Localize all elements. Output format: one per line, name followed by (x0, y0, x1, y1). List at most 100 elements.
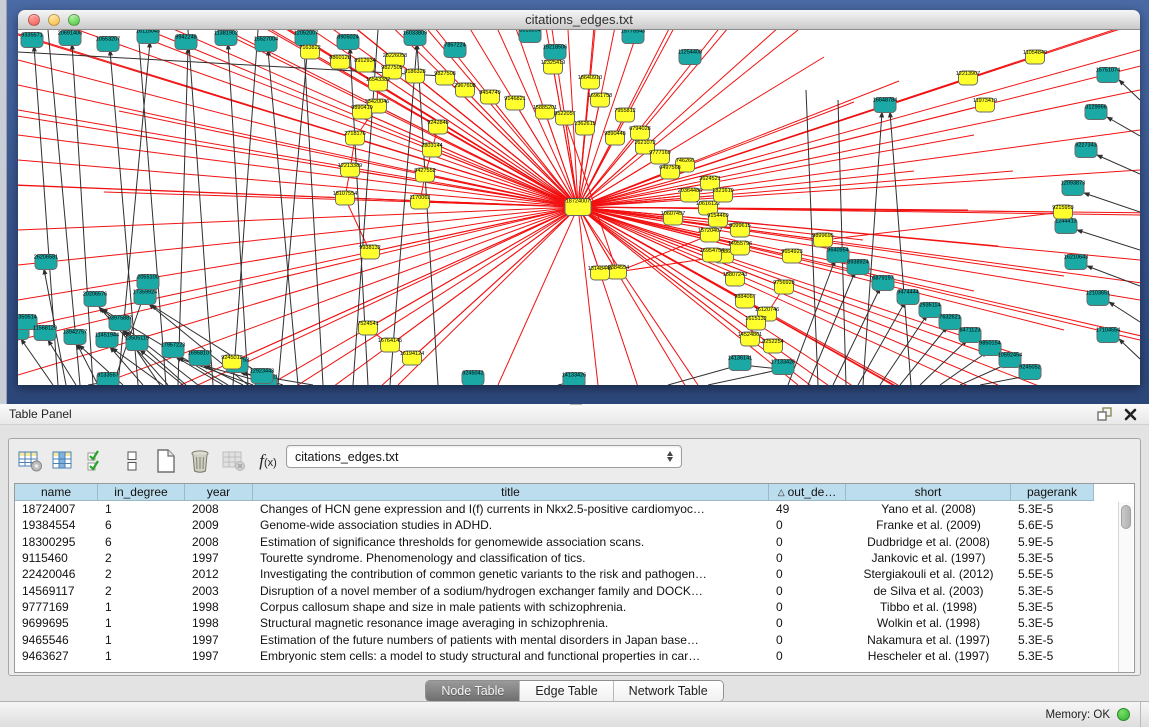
cell-year: 2003 (185, 582, 253, 598)
select-columns-icon[interactable] (83, 447, 113, 475)
graph-edge (708, 370, 778, 385)
graph-edge (880, 315, 927, 385)
table-row[interactable]: 977716911998Corpus callosum shape and si… (15, 599, 1134, 615)
column-header-out_degree[interactable]: △out_de… (769, 484, 846, 501)
tab-network-table[interactable]: Network Table (614, 681, 723, 701)
table-row[interactable]: 946362711997Embryonic stem cells: a mode… (15, 648, 1134, 664)
graph-edge (858, 302, 905, 385)
graph-node-label: 16543382 (366, 77, 390, 83)
cell-name: 22420046 (15, 566, 98, 582)
graph-node-label: 17104554 (1096, 328, 1120, 334)
column-header-short[interactable]: short (846, 484, 1011, 501)
graph-node-label: 9942248 (175, 35, 196, 41)
graph-edge (578, 30, 764, 207)
graph-node-label: 1350514 (18, 315, 37, 321)
table-row[interactable]: 911546021997Tourette syndrome. Phenomeno… (15, 550, 1134, 566)
table-row[interactable]: 1456911722003Disruption of a novel membe… (15, 582, 1134, 598)
delete-table-icon[interactable] (219, 447, 249, 475)
graph-node-label: 7632621 (939, 315, 960, 321)
show-column-icon[interactable] (49, 447, 79, 475)
graph-node-label: 16958107 (188, 351, 212, 357)
cell-name: 18724007 (15, 501, 98, 517)
graph-node-label: 12325419 (541, 60, 565, 66)
graph-node-label: 9146821 (504, 96, 525, 102)
new-document-icon[interactable] (151, 447, 181, 475)
cell-pagerank: 5.3E-5 (1011, 615, 1094, 631)
graph-node-label: 18724007 (566, 199, 590, 205)
column-header-title[interactable]: title (253, 484, 769, 501)
table-header-row: namein_degreeyeartitle△out_de…shortpager… (15, 484, 1134, 501)
graph-node-label: 9827508 (434, 71, 455, 77)
cell-out_degree: 0 (769, 631, 846, 647)
graph-node-label: 16648784 (873, 98, 897, 104)
row-height-icon[interactable] (117, 447, 147, 475)
cell-name: 18300295 (15, 534, 98, 550)
graph-node-label: 11254408 (678, 50, 702, 56)
close-panel-icon[interactable] (1120, 406, 1140, 422)
column-header-name[interactable]: name (15, 484, 98, 501)
graph-node-label: 20206576 (83, 292, 107, 298)
cell-title: Genome-wide association studies in ADHD. (253, 517, 769, 533)
graph-edge (1109, 302, 1140, 322)
cell-short: Hescheler et al. (1997) (846, 648, 1011, 664)
cell-name: 9699695 (15, 615, 98, 631)
float-panel-icon[interactable] (1094, 406, 1114, 422)
table-select-dropdown[interactable]: citations_edges.txt (286, 445, 682, 468)
graph-edge (578, 30, 1140, 207)
graph-edge (578, 207, 998, 385)
column-header-year[interactable]: year (185, 484, 253, 501)
graph-node-label: 11451944 (95, 333, 119, 339)
cell-year: 1997 (185, 631, 253, 647)
graph-node-label: 12103651 (1086, 291, 1110, 297)
tab-node-table[interactable]: Node Table (426, 681, 520, 701)
panel-resize-grip[interactable] (570, 404, 582, 408)
graph-node-label: 9245042 (462, 371, 483, 377)
column-header-in_degree[interactable]: in_degree (98, 484, 185, 501)
table-row[interactable]: 969969511998Structural magnetic resonanc… (15, 615, 1134, 631)
network-window-titlebar[interactable]: citations_edges.txt (18, 10, 1140, 30)
graph-node-label: 9899695 (812, 233, 833, 239)
cell-out_degree: 0 (769, 582, 846, 598)
graph-node-label: 2055100 (137, 275, 158, 281)
table-row[interactable]: 1938455462009Genome-wide association stu… (15, 517, 1134, 533)
cell-title: Changes of HCN gene expression and I(f) … (253, 501, 769, 517)
table-row[interactable]: 1830029562008Estimation of significance … (15, 534, 1134, 550)
graph-node-label: 8912934 (354, 58, 375, 64)
table-panel: Table Panel (0, 404, 1149, 727)
table-panel-title: Table Panel (9, 407, 72, 421)
status-bar: Memory: OK (0, 701, 1149, 727)
graph-node-label: 2718176 (344, 131, 365, 137)
network-canvas[interactable]: 9335571206914061055320716115043994224811… (18, 30, 1140, 385)
graph-node-label: 12213389 (338, 163, 362, 169)
graph-node-label: 9245052 (1019, 365, 1040, 371)
graph-node-label: 11381902 (214, 31, 238, 37)
cell-year: 2009 (185, 517, 253, 533)
delete-icon[interactable] (185, 447, 215, 475)
graph-edge (578, 207, 1063, 212)
graph-edge (198, 207, 578, 385)
scrollbar-thumb[interactable] (1121, 505, 1131, 529)
graph-node-label: 8813054 (519, 30, 540, 34)
graph-edge (303, 30, 323, 385)
cell-in_degree: 1 (98, 501, 185, 517)
cell-in_degree: 2 (98, 582, 185, 598)
table-row[interactable]: 946554611997Estimation of the future num… (15, 631, 1134, 647)
table-select-value: citations_edges.txt (295, 450, 667, 464)
network-window-title: citations_edges.txt (18, 12, 1140, 27)
graph-node-label: 11973419 (973, 98, 997, 104)
table-rows: 1872400712008Changes of HCN gene express… (15, 501, 1134, 664)
function-builder-icon[interactable]: f(x) (253, 447, 283, 475)
graph-edge (188, 30, 213, 385)
tab-edge-table[interactable]: Edge Table (520, 681, 613, 701)
graph-node-label: 8471123 (959, 328, 980, 334)
cell-year: 1998 (185, 615, 253, 631)
cell-pagerank: 5.3E-5 (1011, 631, 1094, 647)
column-header-pagerank[interactable]: pagerank (1011, 484, 1094, 501)
table-row[interactable]: 2242004622012Investigating the contribut… (15, 566, 1134, 582)
cell-title: Estimation of significance thresholds fo… (253, 534, 769, 550)
cell-short: de Silva et al. (2003) (846, 582, 1011, 598)
table-settings-icon[interactable] (15, 447, 45, 475)
table-row[interactable]: 1872400712008Changes of HCN gene express… (15, 501, 1134, 517)
vertical-scrollbar[interactable] (1118, 502, 1133, 672)
cell-title: Tourette syndrome. Phenomenology and cla… (253, 550, 769, 566)
